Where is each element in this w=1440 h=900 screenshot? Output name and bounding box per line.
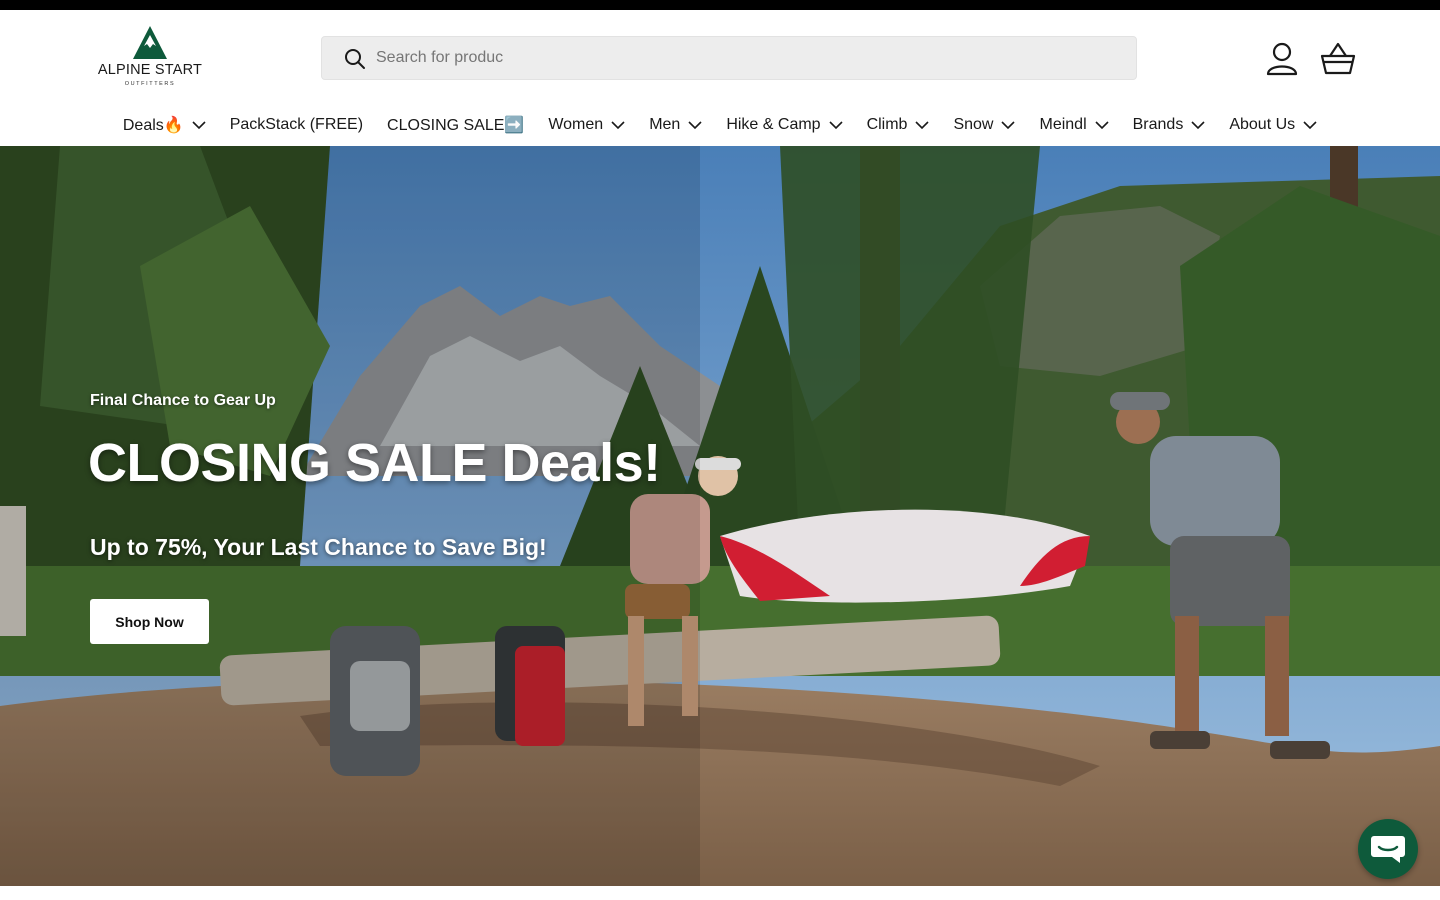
nav-item-4[interactable]: Men <box>637 110 714 140</box>
page-bottom-strip <box>0 886 1440 900</box>
chevron-down-icon[interactable] <box>1001 120 1016 130</box>
hero-subtitle: Up to 75%, Your Last Chance to Save Big! <box>90 534 547 560</box>
nav-item-2[interactable]: CLOSING SALE➡️ <box>375 110 536 140</box>
search-bar[interactable] <box>321 36 1137 80</box>
nav-item-label: Snow <box>953 116 994 133</box>
hero-title: CLOSING SALE Deals! <box>88 433 661 493</box>
chevron-down-icon[interactable] <box>1303 120 1317 130</box>
nav-item-label: Climb <box>866 116 908 133</box>
nav-item-label: Men <box>649 116 681 133</box>
chevron-down-icon[interactable] <box>828 120 843 130</box>
chat-button[interactable] <box>1358 819 1418 879</box>
nav-item-5[interactable]: Hike & Camp <box>714 110 854 140</box>
hero-banner: Final Chance to Gear Up CLOSING SALE Dea… <box>0 146 1440 886</box>
nav-item-1[interactable]: PackStack (FREE) <box>218 110 375 140</box>
nav-item-7[interactable]: Snow <box>941 110 1027 140</box>
nav-item-label: Deals🔥 <box>122 117 184 134</box>
nav-item-label: PackStack (FREE) <box>229 116 364 133</box>
site-header: ALPINE START OUTFITTERS Deals🔥 PackStack … <box>0 10 1440 146</box>
nav-item-3[interactable]: Women <box>536 110 637 140</box>
top-announcement-bar <box>0 0 1440 10</box>
user-icon[interactable] <box>1264 42 1300 76</box>
chevron-down-icon[interactable] <box>688 120 702 130</box>
nav-item-6[interactable]: Climb <box>855 110 942 140</box>
chevron-down-icon[interactable] <box>1095 120 1109 130</box>
nav-item-label: CLOSING SALE➡️ <box>387 117 525 134</box>
chevron-down-icon[interactable] <box>611 120 625 130</box>
search-input[interactable] <box>376 37 1116 79</box>
search-icon[interactable] <box>344 48 366 70</box>
mountain-logo-icon <box>133 26 167 59</box>
nav-item-label: Meindl <box>1039 116 1087 133</box>
logo-sub-text: OUTFITTERS <box>124 81 176 87</box>
site-logo[interactable]: ALPINE START OUTFITTERS <box>88 26 212 90</box>
chevron-down-icon[interactable] <box>915 120 930 130</box>
chevron-down-icon[interactable] <box>1191 120 1205 130</box>
nav-item-label: Women <box>548 116 604 133</box>
hero-photo <box>0 146 1440 886</box>
main-navigation: Deals🔥 PackStack (FREE) CLOSING SALE➡️ Wome… <box>0 110 1440 140</box>
nav-item-label: Brands <box>1132 116 1184 133</box>
chevron-down-icon[interactable] <box>192 120 206 130</box>
nav-item-8[interactable]: Meindl <box>1027 110 1120 140</box>
logo-brand-text: ALPINE START <box>97 62 203 78</box>
nav-item-0[interactable]: Deals🔥 <box>111 110 218 140</box>
hero-eyebrow: Final Chance to Gear Up <box>90 392 276 409</box>
nav-item-10[interactable]: About Us <box>1217 110 1329 140</box>
shop-now-button[interactable]: Shop Now <box>90 599 209 644</box>
nav-item-label: About Us <box>1229 116 1296 133</box>
nav-item-9[interactable]: Brands <box>1121 110 1218 140</box>
chat-bubble-icon <box>1371 836 1405 863</box>
basket-icon[interactable] <box>1318 42 1358 76</box>
nav-item-label: Hike & Camp <box>726 116 821 133</box>
